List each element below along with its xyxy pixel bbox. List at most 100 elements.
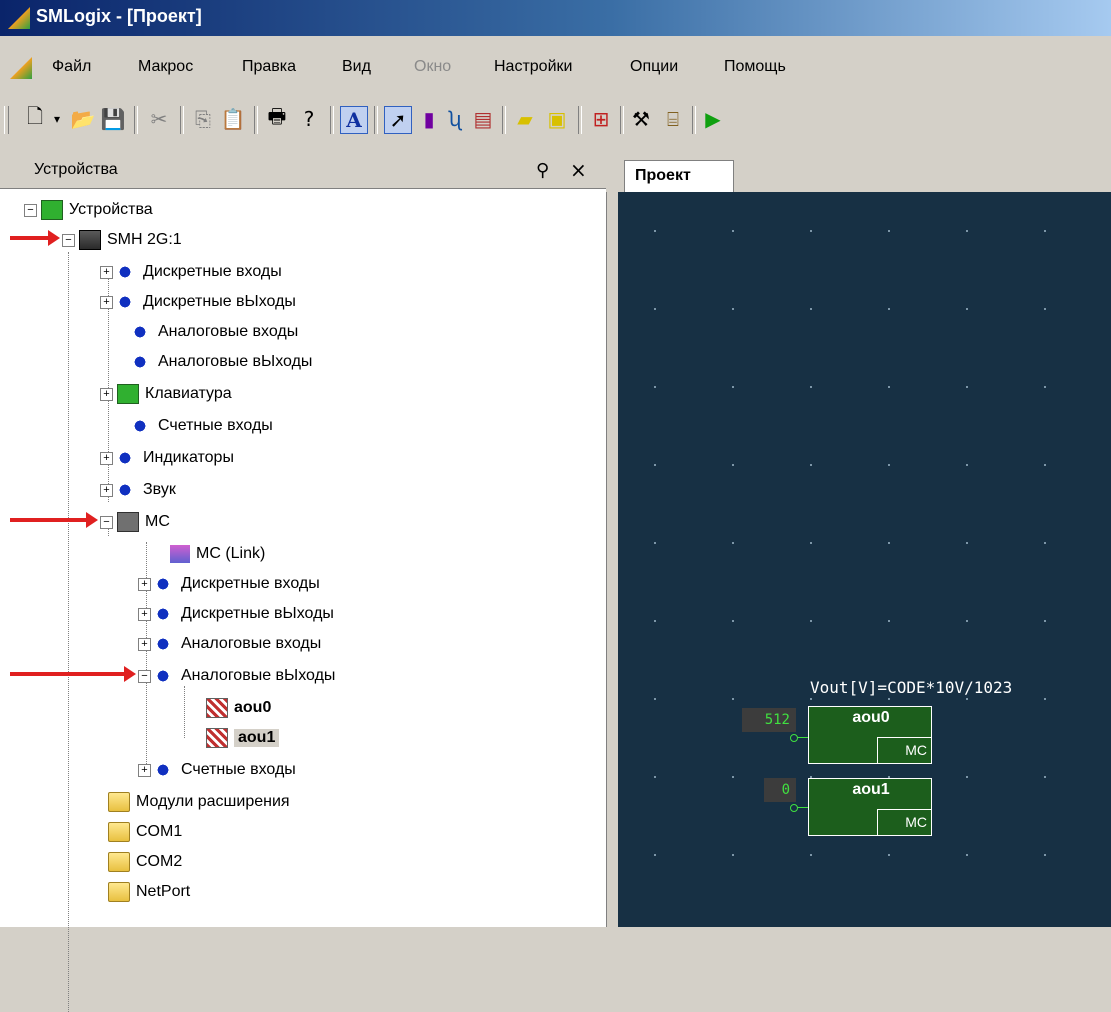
schematic-canvas[interactable]: Vout[V]=CODE*10V/1023 512 aou0 MC 0 aou1… [618, 192, 1111, 927]
expand-toggle[interactable]: + [138, 637, 151, 651]
menu-view[interactable]: Вид [342, 58, 371, 76]
system-menu-icon[interactable] [10, 57, 32, 79]
cut-icon[interactable]: ✂ [146, 106, 172, 132]
input-pin[interactable] [790, 804, 798, 812]
build-hammer-icon[interactable]: ⚒ [628, 106, 654, 132]
discrete-input-icon [155, 575, 175, 593]
grid-dot [732, 464, 734, 466]
menu-edit[interactable]: Правка [242, 58, 296, 76]
indicator-icon [117, 449, 137, 467]
tree-item-label: Клавиатура [145, 385, 232, 402]
tree-item[interactable]: + Индикаторы [100, 444, 234, 472]
input-pin[interactable] [790, 734, 798, 742]
toolbar-separator [620, 106, 624, 134]
sound-icon [117, 481, 137, 499]
collapse-toggle[interactable]: − [100, 515, 113, 529]
expand-toggle[interactable]: + [100, 387, 113, 401]
block-module: MC [877, 737, 931, 763]
tree-item[interactable]: aou0 [206, 694, 271, 722]
run-icon[interactable]: ▶ [700, 106, 726, 132]
analog-output-block[interactable]: aou1 MC [808, 778, 932, 836]
expand-toggle[interactable]: + [100, 451, 113, 465]
menu-window[interactable]: Окно [414, 58, 451, 76]
print-icon[interactable]: 🖶 [264, 104, 290, 132]
tree-item-label: Дискретные вЫходы [143, 293, 296, 310]
tree-item[interactable]: Аналоговые входы [132, 318, 298, 346]
close-icon[interactable]: × [570, 158, 587, 182]
devices-panel: Устройства ⚲ × − Устройства − SMH 2G:1 +… [0, 152, 607, 1012]
macro-icon[interactable]: ▰ [512, 106, 538, 132]
toolbar-separator [578, 106, 582, 134]
tree-item[interactable]: − Устройства [24, 196, 153, 224]
tree-item-label: Аналоговые входы [181, 635, 322, 652]
menu-help[interactable]: Помощь [724, 58, 786, 76]
grid-dot [654, 620, 656, 622]
analog-input-icon [132, 323, 152, 341]
expand-toggle[interactable]: + [138, 763, 151, 777]
tree-item[interactable]: Аналоговые вЫходы [132, 348, 312, 376]
tree-item[interactable]: + Дискретные вЫходы [138, 600, 334, 628]
toolbar-grip[interactable] [4, 106, 9, 134]
dropdown-arrow-icon[interactable]: ▾ [50, 106, 64, 132]
text-tool-icon[interactable]: A [340, 106, 368, 134]
tree-item-label: Устройства [69, 201, 153, 218]
expand-toggle[interactable]: + [138, 607, 151, 621]
copy-icon[interactable]: ⎘ [190, 106, 216, 132]
collapse-toggle[interactable]: − [138, 669, 151, 683]
tree-item[interactable]: − Аналоговые вЫходы [138, 662, 335, 690]
tree-item[interactable]: + Дискретные входы [100, 258, 282, 286]
collapse-toggle[interactable]: − [24, 203, 37, 217]
expand-toggle[interactable]: + [100, 483, 113, 497]
pin-icon[interactable]: ⚲ [536, 160, 549, 181]
tree-item-selected[interactable]: aou1 [206, 724, 280, 752]
tree-item[interactable]: + Дискретные вЫходы [100, 288, 296, 316]
tree-item[interactable]: − SMH 2G:1 [62, 226, 182, 254]
tree-item[interactable]: Модули расширения [108, 788, 290, 816]
grid-dot [888, 620, 890, 622]
menu-settings[interactable]: Настройки [494, 58, 572, 76]
tree-item[interactable]: COM1 [108, 818, 182, 846]
macro-edit-icon[interactable]: ▣ [544, 106, 570, 132]
tab-project[interactable]: Проект [624, 160, 734, 192]
expand-toggle[interactable]: + [100, 265, 113, 279]
new-file-icon[interactable]: 🗋 [22, 104, 48, 132]
tree-item[interactable]: − MC [100, 508, 170, 536]
expand-toggle[interactable]: + [100, 295, 113, 309]
block-tool-icon[interactable]: ▮ [416, 106, 442, 132]
collapse-toggle[interactable]: − [62, 233, 75, 247]
wire-tool-icon[interactable]: ʯ [442, 106, 468, 132]
tree-item[interactable]: MC (Link) [170, 540, 265, 568]
open-folder-icon[interactable]: 📂 [70, 106, 96, 132]
help-icon[interactable]: ? [296, 106, 322, 132]
discrete-output-icon [155, 605, 175, 623]
tree-item-label: NetPort [136, 883, 191, 900]
toolbar-separator [502, 106, 506, 134]
export-icon[interactable]: ⊞ [588, 106, 614, 132]
paste-icon[interactable]: 📋 [220, 106, 246, 132]
menu-file[interactable]: Файл [52, 58, 91, 76]
analog-output-block[interactable]: aou0 MC [808, 706, 932, 764]
pointer-tool-icon[interactable]: ➚ [384, 106, 412, 134]
tree-item[interactable]: COM2 [108, 848, 182, 876]
counter-input-icon [155, 761, 175, 779]
menu-macro[interactable]: Макрос [138, 58, 193, 76]
tree-item[interactable]: + Дискретные входы [138, 570, 320, 598]
tree-item[interactable]: Счетные входы [132, 412, 273, 440]
tree-item[interactable]: + Звук [100, 476, 176, 504]
editor-tabs: Проект [606, 152, 1111, 192]
expand-toggle[interactable]: + [138, 577, 151, 591]
counter-input-icon [132, 417, 152, 435]
grid-dot [966, 698, 968, 700]
annotation-arrow [10, 666, 136, 682]
menu-options[interactable]: Опции [630, 58, 678, 76]
device-icon[interactable]: ⌸ [660, 106, 686, 132]
save-icon[interactable]: 💾 [100, 106, 126, 132]
toolbar-separator [254, 106, 258, 134]
tree-item-label: Индикаторы [143, 449, 234, 466]
tree-item[interactable]: NetPort [108, 878, 190, 906]
tree-item[interactable]: + Счетные входы [138, 756, 296, 784]
tree-item[interactable]: + Клавиатура [100, 380, 232, 408]
grid-dot [1044, 776, 1046, 778]
component-tool-icon[interactable]: ▤ [470, 106, 496, 132]
tree-item[interactable]: + Аналоговые входы [138, 630, 321, 658]
